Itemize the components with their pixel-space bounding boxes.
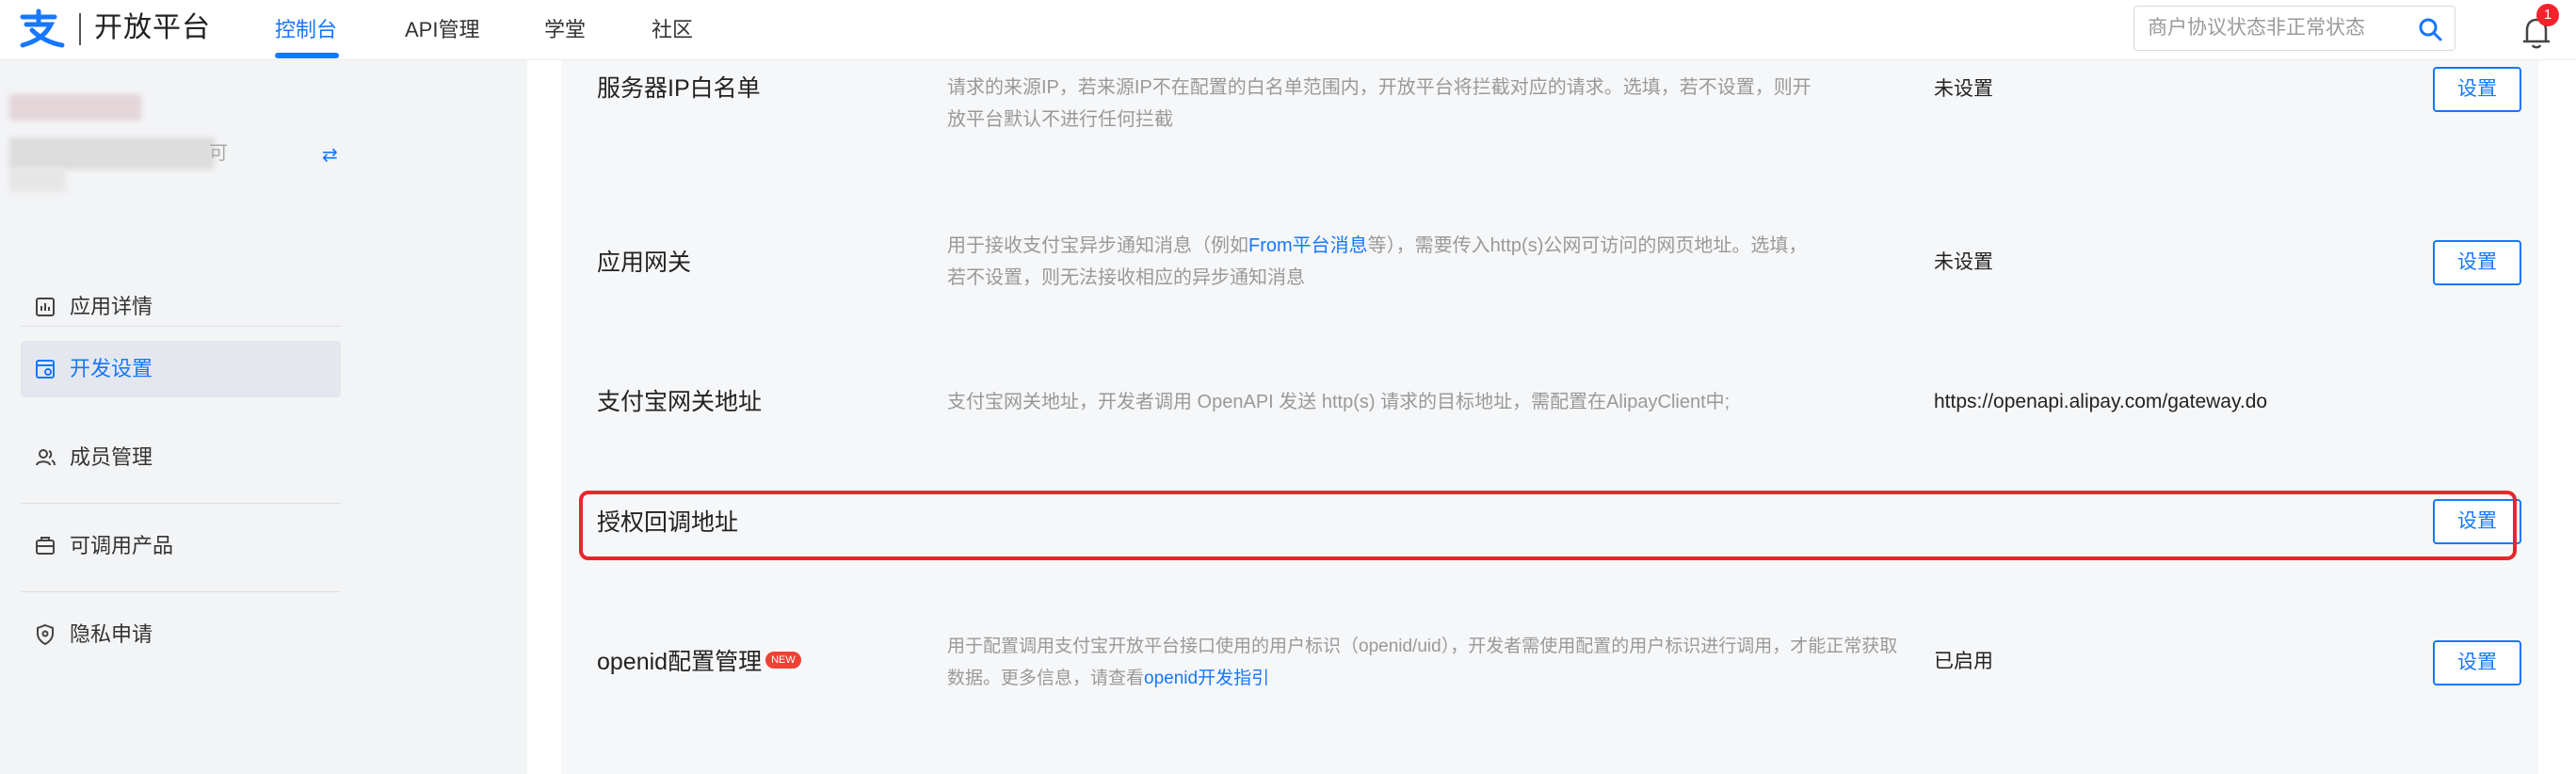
setting-title: 支付宝网关地址 — [597, 389, 763, 415]
description-text: 等），需要传入http(s)公网可访问的网页地址。选填， — [1367, 235, 1808, 256]
sidebar-divider — [21, 503, 341, 504]
new-badge: NEW — [765, 652, 801, 669]
sidebar-item-label: 开发设置 — [70, 357, 153, 380]
search-box — [2133, 6, 2455, 51]
setting-row-alipay-gateway: 支付宝网关地址 支付宝网关地址，开发者调用 OpenAPI 发送 http(s)… — [561, 380, 2538, 456]
app-name-suffix: 可 — [209, 143, 228, 164]
sidebar-item-label: 可调用产品 — [70, 534, 174, 557]
setting-value: 未设置 — [1934, 78, 1993, 100]
setting-title: openid配置管理 NEW — [597, 646, 801, 678]
members-icon — [36, 449, 56, 466]
set-button[interactable]: 设置 — [2433, 67, 2521, 112]
app-info-blurred — [9, 94, 222, 200]
nav-active-indicator — [275, 53, 339, 58]
search-icon[interactable] — [2417, 16, 2443, 42]
set-button[interactable]: 设置 — [2433, 240, 2521, 285]
sidebar-item-products[interactable]: 可调用产品 — [21, 518, 341, 574]
setting-description: 支付宝网关地址，开发者调用 OpenAPI 发送 http(s) 请求的目标地址… — [947, 392, 1731, 412]
setting-title: 应用网关 — [597, 250, 692, 276]
highlight-annotation — [579, 491, 2517, 560]
sidebar-item-members[interactable]: 成员管理 — [21, 429, 341, 486]
sidebar-item-label: 应用详情 — [70, 295, 153, 318]
setting-title-text: openid配置管理 — [597, 649, 763, 675]
nav-console[interactable]: 控制台 — [275, 13, 337, 47]
alipay-logo-icon[interactable] — [17, 8, 70, 49]
description-line: 若不设置，则无法接收相应的异步通知消息 — [947, 267, 1305, 288]
dev-settings-icon — [36, 360, 55, 379]
openid-guide-link[interactable]: openid开发指引 — [1144, 669, 1269, 688]
chart-icon — [36, 298, 55, 316]
logo-text[interactable]: 开放平台 — [94, 9, 211, 47]
setting-description: 用于配置调用支付宝开放平台接口使用的用户标识（openid/uid），开发者需使… — [947, 631, 1908, 695]
sidebar-item-label: 隐私申请 — [70, 622, 153, 646]
sidebar-divider — [21, 326, 341, 327]
search-input[interactable] — [2148, 14, 2402, 42]
setting-title: 服务器IP白名单 — [597, 75, 761, 102]
sidebar-item-app-details[interactable]: 应用详情 — [21, 279, 341, 335]
sidebar-item-dev-settings[interactable]: 开发设置 — [21, 341, 341, 397]
sidebar-item-label: 成员管理 — [70, 445, 153, 469]
setting-description: 用于接收支付宝异步通知消息（例如From平台消息等），需要传入http(s)公网… — [947, 230, 1898, 294]
nav-community[interactable]: 社区 — [652, 13, 693, 47]
sidebar-divider — [21, 591, 341, 592]
main-content: 服务器IP白名单 请求的来源IP，若来源IP不在配置的白名单范围内，开放平台将拦… — [527, 60, 2576, 774]
logo-divider — [79, 13, 81, 45]
setting-row-app-gateway: 应用网关 用于接收支付宝异步通知消息（例如From平台消息等），需要传入http… — [561, 230, 2538, 343]
description-line: 数据。更多信息，请查看openid开发指引 — [947, 663, 1908, 695]
setting-value: 已启用 — [1934, 651, 1993, 672]
description-text: 数据。更多信息，请查看 — [947, 669, 1145, 688]
sidebar-item-privacy[interactable]: 隐私申请 — [21, 606, 341, 663]
gateway-url-value: https://openapi.alipay.com/gateway.do — [1934, 391, 2268, 412]
description-line: 放平台默认不进行任何拦截 — [947, 109, 1173, 130]
description-text: 用于接收支付宝异步通知消息（例如 — [947, 235, 1248, 256]
setting-row-openid: openid配置管理 NEW 用于配置调用支付宝开放平台接口使用的用户标识（ope… — [561, 631, 2538, 744]
privacy-icon — [37, 623, 54, 646]
description-line: 用于接收支付宝异步通知消息（例如From平台消息等），需要传入http(s)公网… — [947, 230, 1898, 262]
products-icon — [36, 537, 55, 555]
platform-message-link[interactable]: From平台消息 — [1248, 235, 1368, 256]
switch-app-icon[interactable]: ⇄ — [322, 143, 338, 167]
notification-count-badge: 1 — [2536, 4, 2559, 26]
sidebar: 可 ⇄ 应用详情 开发设置 成员管理 可调用产品 隐私申请 — [0, 60, 527, 774]
set-button[interactable]: 设置 — [2433, 640, 2521, 685]
nav-api-management[interactable]: API管理 — [405, 13, 479, 47]
nav-academy[interactable]: 学堂 — [544, 13, 586, 47]
description-line: 请求的来源IP，若来源IP不在配置的白名单范围内，开放平台将拦截对应的请求。选填… — [947, 77, 1811, 98]
setting-description: 请求的来源IP，若来源IP不在配置的白名单范围内，开放平台将拦截对应的请求。选填… — [947, 72, 1898, 136]
setting-value: 未设置 — [1934, 251, 1993, 273]
setting-row-ip-whitelist: 服务器IP白名单 请求的来源IP，若来源IP不在配置的白名单范围内，开放平台将拦… — [561, 60, 2538, 173]
top-bar: 开放平台 控制台 API管理 学堂 社区 1 — [0, 0, 2576, 60]
description-line: 用于配置调用支付宝开放平台接口使用的用户标识（openid/uid），开发者需使… — [947, 637, 1898, 656]
